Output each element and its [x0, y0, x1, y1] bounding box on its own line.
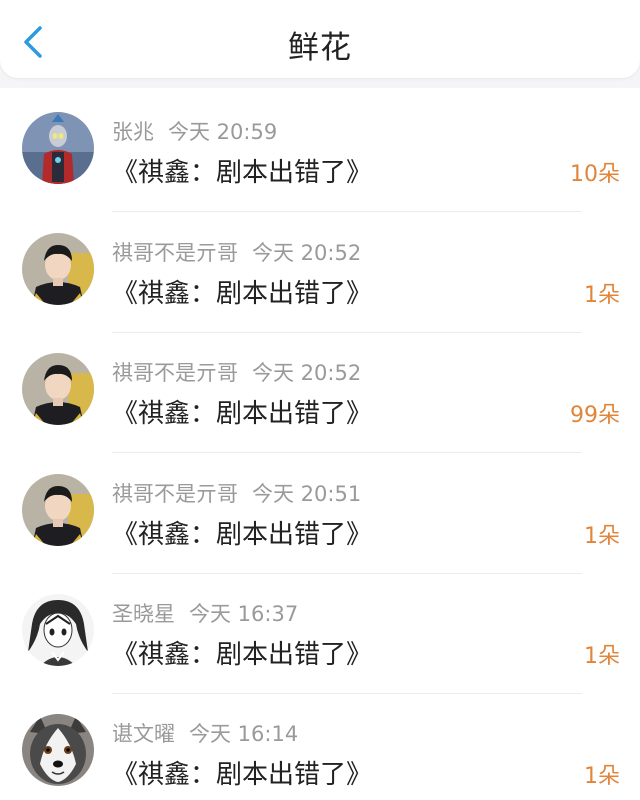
flower-count: 1朵: [584, 283, 620, 308]
husky-dog-avatar[interactable]: [22, 714, 94, 786]
timestamp: 今天 20:52: [252, 241, 362, 265]
divider: [112, 211, 582, 212]
timestamp: 今天 20:51: [252, 482, 362, 506]
boy-photo-avatar[interactable]: [22, 474, 94, 546]
flower-count: 1朵: [584, 524, 620, 549]
flower-list[interactable]: 张兆 今天 20:59 《祺鑫：剧本出错了》 10朵 祺哥不是亓哥 今天 20:52…: [0, 88, 640, 800]
divider: [112, 452, 582, 453]
timestamp: 今天 20:52: [252, 361, 362, 385]
work-title[interactable]: 《祺鑫：剧本出错了》: [112, 273, 372, 310]
ultraman-avatar[interactable]: [22, 112, 94, 184]
timestamp: 今天 20:59: [168, 120, 278, 144]
work-title[interactable]: 《祺鑫：剧本出错了》: [112, 393, 372, 430]
work-title[interactable]: 《祺鑫：剧本出错了》: [112, 514, 372, 551]
work-title[interactable]: 《祺鑫：剧本出错了》: [112, 152, 372, 189]
boy-photo-avatar[interactable]: [22, 353, 94, 425]
user-name[interactable]: 祺哥不是亓哥: [112, 241, 238, 265]
list-item[interactable]: 祺哥不是亓哥 今天 20:52 《祺鑫：剧本出错了》 99朵: [0, 341, 640, 461]
flower-count: 1朵: [584, 764, 620, 789]
divider: [112, 332, 582, 333]
user-name[interactable]: 祺哥不是亓哥: [112, 361, 238, 385]
divider: [112, 573, 582, 574]
flower-count: 99朵: [570, 403, 620, 428]
list-item[interactable]: 祺哥不是亓哥 今天 20:51 《祺鑫：剧本出错了》 1朵: [0, 462, 640, 582]
flower-count: 10朵: [570, 162, 620, 187]
user-name[interactable]: 张兆: [112, 120, 154, 144]
list-item[interactable]: 谌文曜 今天 16:14 《祺鑫：剧本出错了》 1朵: [0, 702, 640, 800]
work-title[interactable]: 《祺鑫：剧本出错了》: [112, 634, 372, 671]
work-title[interactable]: 《祺鑫：剧本出错了》: [112, 754, 372, 791]
page-title: 鲜花: [288, 30, 352, 66]
user-name[interactable]: 祺哥不是亓哥: [112, 482, 238, 506]
list-item[interactable]: 张兆 今天 20:59 《祺鑫：剧本出错了》 10朵: [0, 100, 640, 220]
divider: [112, 693, 582, 694]
user-name[interactable]: 圣晓星: [112, 602, 175, 626]
anime-sketch-avatar[interactable]: [22, 594, 94, 666]
list-item[interactable]: 圣晓星 今天 16:37 《祺鑫：剧本出错了》 1朵: [0, 582, 640, 702]
timestamp: 今天 16:37: [189, 602, 299, 626]
list-item[interactable]: 祺哥不是亓哥 今天 20:52 《祺鑫：剧本出错了》 1朵: [0, 221, 640, 341]
timestamp: 今天 16:14: [189, 722, 299, 746]
flower-count: 1朵: [584, 644, 620, 669]
user-name[interactable]: 谌文曜: [112, 722, 175, 746]
boy-photo-avatar[interactable]: [22, 233, 94, 305]
top-bar: 鲜花: [0, 0, 640, 78]
